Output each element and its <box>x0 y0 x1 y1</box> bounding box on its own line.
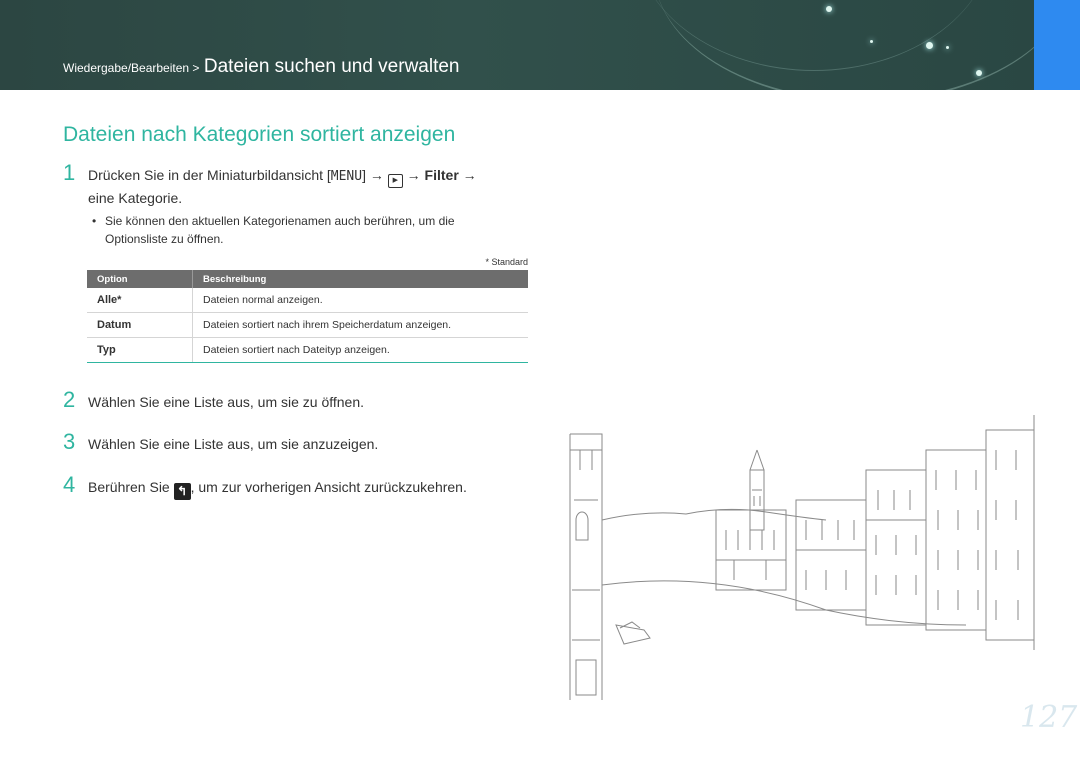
breadcrumb-section[interactable]: Wiedergabe/Bearbeiten > <box>63 61 199 75</box>
page-title: Dateien nach Kategorien sortiert anzeige… <box>63 123 456 146</box>
option-cell: Typ <box>87 337 193 363</box>
table-header-row: Option Beschreibung <box>87 270 528 288</box>
bullet-text: Sie können den aktuellen Kategorienamen … <box>105 214 455 246</box>
description-cell: Dateien sortiert nach ihrem Speicherdatu… <box>192 312 528 338</box>
step-text-part: , um zur vorherigen Ansicht zurückzukehr… <box>190 479 467 495</box>
step-text: Berühren Sie ↰, um zur vorherigen Ansich… <box>88 477 467 500</box>
header-banner: Wiedergabe/Bearbeiten > Dateien suchen u… <box>0 0 1034 90</box>
filter-label: Filter <box>424 167 459 183</box>
breadcrumb-page: Dateien suchen und verwalten <box>203 56 460 77</box>
arrow: → <box>462 167 477 183</box>
chapter-tab[interactable] <box>1034 0 1080 90</box>
step-number: 3 <box>63 429 76 454</box>
bullet-note: • Sie können den aktuellen Kategoriename… <box>92 212 492 248</box>
table-row: Datum Dateien sortiert nach ihrem Speich… <box>87 312 528 338</box>
step-text-part: Berühren Sie <box>88 479 170 495</box>
sparkle <box>870 40 873 43</box>
step-number: 2 <box>63 387 76 412</box>
step-text: Wählen Sie eine Liste aus, um sie zu öff… <box>88 394 365 410</box>
table-row: Typ Dateien sortiert nach Dateityp anzei… <box>87 337 528 363</box>
sparkle <box>826 6 832 12</box>
canal-city-illustration <box>569 415 1035 700</box>
step-number: 4 <box>63 472 76 497</box>
option-cell: Alle* <box>87 288 193 313</box>
step-text-part: Drücken Sie in der Miniaturbildansicht [ <box>88 167 331 183</box>
table-row: Alle* Dateien normal anzeigen. <box>87 288 528 313</box>
sparkle <box>926 42 933 49</box>
sparkle <box>946 46 949 49</box>
arrow: → <box>406 167 421 183</box>
column-header: Beschreibung <box>192 270 528 288</box>
back-icon: ↰ <box>173 483 191 500</box>
step-number: 1 <box>63 160 76 185</box>
description-cell: Dateien normal anzeigen. <box>192 288 528 313</box>
page-number: 127 <box>1020 700 1078 735</box>
description-cell: Dateien sortiert nach Dateityp anzeigen. <box>192 337 528 363</box>
step-text: Drücken Sie in der Miniaturbildansicht [… <box>88 165 518 208</box>
step-text-part: ] → <box>362 167 384 183</box>
play-icon: ▶ <box>387 174 403 188</box>
options-table: Option Beschreibung Alle* Dateien normal… <box>87 270 528 363</box>
step-text: Wählen Sie eine Liste aus, um sie anzuze… <box>88 436 379 452</box>
column-header: Option <box>87 270 193 288</box>
bullet-dot: • <box>92 214 97 228</box>
option-cell: Datum <box>87 312 193 338</box>
step-text-part: eine Kategorie. <box>88 190 183 206</box>
breadcrumb: Wiedergabe/Bearbeiten > Dateien suchen u… <box>63 56 460 78</box>
menu-key: MENU <box>330 169 363 184</box>
sparkle <box>976 70 982 76</box>
standard-note: * Standard <box>485 257 528 267</box>
